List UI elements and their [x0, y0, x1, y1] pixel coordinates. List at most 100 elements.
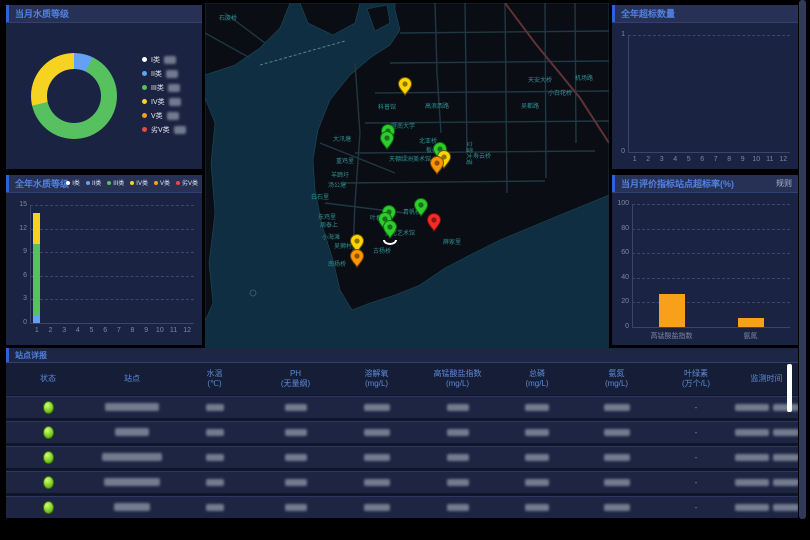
value-cell [576, 429, 657, 436]
chlorophyll-cell: - [657, 478, 735, 487]
x-tick-label: 2 [49, 327, 53, 334]
map-place-label: 小海滩 [322, 233, 340, 241]
gridline [30, 299, 194, 300]
table-row[interactable]: - [6, 421, 798, 443]
legend-item[interactable]: IV类 [142, 95, 186, 108]
x-tick-label: 6 [103, 327, 107, 334]
station-name-redacted [114, 503, 150, 511]
legend-item[interactable]: III类 [107, 178, 124, 187]
x-tick-label: 5 [687, 156, 691, 163]
legend-value-redacted [169, 98, 181, 106]
gridline [632, 229, 790, 230]
x-tick-label: 8 [131, 327, 135, 334]
value-redacted [285, 479, 307, 486]
map[interactable]: 石废桥高浪西路暨南大学北亚桥板桥寿云桥天安大桥机场路小白花桥吴都路科普馆天棚绿洲… [205, 3, 609, 348]
x-tick-label: 2 [646, 156, 650, 163]
value-redacted [285, 504, 307, 511]
stacked-bar-segment-III类[interactable] [33, 244, 40, 315]
column-header-line2: (mg/L) [446, 379, 469, 389]
column-header-line2: (无量纲) [281, 379, 310, 389]
legend-item[interactable]: 劣V类 [176, 178, 198, 187]
pin-center-dot [434, 160, 439, 165]
I类-legend-dot [66, 181, 70, 185]
rate-bar-氨氮[interactable] [738, 318, 764, 327]
legend-item[interactable]: IV类 [130, 178, 148, 187]
value-cell [174, 454, 255, 461]
legend-value-redacted [167, 112, 179, 120]
value-cell [576, 504, 657, 511]
legend-value-redacted [164, 56, 176, 64]
stacked-bar-segment-IV类[interactable] [33, 213, 40, 244]
column-header-line2: (万个/L) [682, 379, 710, 389]
table-scrollbar-thumb[interactable] [787, 364, 792, 412]
legend-item[interactable]: III类 [142, 81, 186, 94]
value-redacted [447, 404, 469, 411]
value-redacted [525, 404, 549, 411]
gridline [632, 253, 790, 254]
date-redacted [735, 404, 769, 411]
value-cell [174, 429, 255, 436]
legend-item[interactable]: 劣V类 [142, 123, 186, 136]
legend-item[interactable]: II类 [86, 178, 101, 187]
value-redacted [604, 454, 630, 461]
legend-label: I类 [151, 55, 160, 65]
panel-title: 当月水质等级 [6, 7, 69, 20]
map-place-label: 吴狮村 [334, 242, 352, 250]
legend-item[interactable]: V类 [154, 178, 170, 187]
status-cell [6, 476, 90, 489]
status-cell [6, 451, 90, 464]
map-place-label: 薛家里 [443, 238, 461, 246]
value-cell [417, 454, 498, 461]
value-cell [255, 404, 336, 411]
column-header-叶绿素: 叶绿素(万个/L) [657, 369, 735, 389]
I类-legend-dot [142, 57, 147, 62]
map-place-label: 天安大桥 [528, 76, 552, 84]
pin-center-dot [387, 224, 392, 229]
legend-label: 劣V类 [151, 125, 170, 135]
gridline [30, 229, 194, 230]
panel-header: 当月水质等级 [6, 5, 202, 23]
map-place-label: 南杨桥 [328, 260, 346, 268]
legend-item[interactable]: V类 [142, 109, 186, 122]
page-scrollbar[interactable] [799, 0, 806, 519]
table-row[interactable]: - [6, 446, 798, 468]
x-axis-line [632, 327, 790, 328]
legend-item[interactable]: II类 [142, 67, 186, 80]
value-redacted [447, 479, 469, 486]
panel-annual-water-grade: 全年水质等级 I类II类III类IV类V类劣V类 036912151234567… [6, 175, 202, 345]
IV类-legend-dot [142, 99, 147, 104]
gridline [30, 252, 194, 253]
stacked-bar-segment-II类[interactable] [33, 315, 40, 323]
time-cell [735, 429, 798, 436]
劣V类-legend-dot [176, 181, 180, 185]
column-header-水温: 水温(℃) [174, 369, 255, 389]
map-canvas: 石废桥高浪西路暨南大学北亚桥板桥寿云桥天安大桥机场路小白花桥吴都路科普馆天棚绿洲… [205, 3, 609, 348]
donut-hole [47, 69, 101, 123]
rate-bar-高锰酸盐指数[interactable] [659, 294, 685, 327]
gridline [632, 302, 790, 303]
y-tick-label: 15 [9, 201, 27, 208]
pin-center-dot [354, 238, 359, 243]
legend-label: IV类 [151, 97, 165, 107]
x-tick-label: 9 [741, 156, 745, 163]
table-row[interactable]: - [6, 471, 798, 493]
legend-item[interactable]: I类 [66, 178, 80, 187]
table-row[interactable]: - [6, 396, 798, 418]
value-cell [174, 479, 255, 486]
pin-center-dot [384, 135, 389, 140]
legend-item[interactable]: I类 [142, 53, 186, 66]
column-header-line1: 水温 [207, 369, 223, 379]
column-header-line2: (mg/L) [605, 379, 628, 389]
value-redacted [285, 429, 307, 436]
time-redacted [773, 504, 798, 511]
column-header-line1: 监测时间 [751, 374, 783, 384]
value-redacted [364, 429, 390, 436]
gridline [632, 278, 790, 279]
value-redacted [206, 404, 224, 411]
table-row[interactable]: - [6, 496, 798, 518]
column-header-line1: 叶绿素 [684, 369, 708, 379]
rules-link[interactable]: 规则 [776, 178, 792, 189]
time-redacted [773, 479, 798, 486]
value-redacted [525, 454, 549, 461]
x-tick-label: 10 [156, 327, 164, 334]
